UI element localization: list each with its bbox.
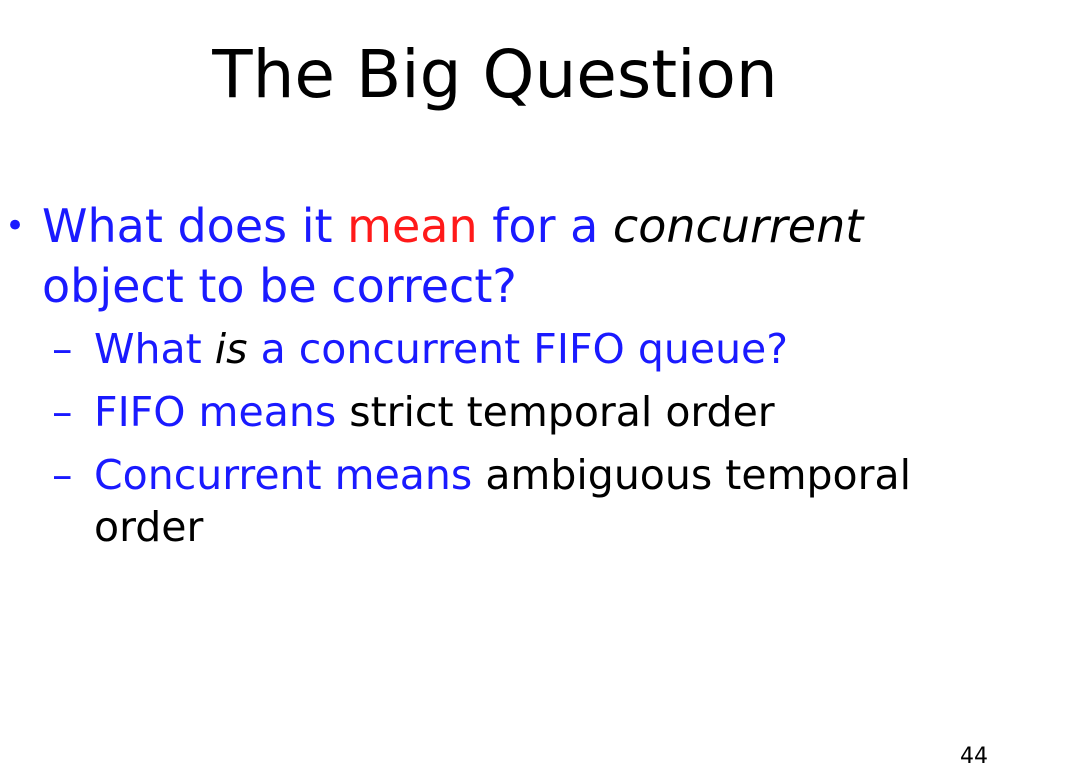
sub-bullet-1-a: What — [94, 325, 215, 373]
main-bullet-italic: concurrent — [612, 199, 864, 253]
slide: The Big Question • What does it mean for… — [0, 0, 1065, 769]
page-number: 44 — [960, 744, 988, 769]
slide-title: The Big Question — [212, 36, 778, 113]
sub-bullet-3-a: Concurrent means — [94, 451, 486, 499]
sub-bullet-dash: – — [52, 451, 73, 499]
main-bullet-part2: for a — [477, 199, 613, 253]
sub-bullet-2-b: strict temporal order — [349, 388, 775, 436]
sub-bullet-2-text: FIFO means strict temporal order — [94, 386, 974, 438]
bullet-dot: • — [4, 206, 26, 246]
main-bullet-text: What does it mean for a concurrent objec… — [42, 196, 982, 316]
sub-bullet-2-a: FIFO means — [94, 388, 350, 436]
sub-bullet-1-text: What is a concurrent FIFO queue? — [94, 323, 974, 375]
sub-bullet-dash: – — [52, 325, 73, 373]
sub-bullet-1-c: a concurrent FIFO queue? — [247, 325, 789, 373]
main-bullet-line2: object to be correct? — [42, 259, 517, 313]
main-bullet-part1: What does it — [42, 199, 348, 253]
main-bullet-emphasis: mean — [347, 199, 478, 253]
sub-bullet-dash: – — [52, 388, 73, 436]
sub-bullet-1-b: is — [214, 325, 248, 373]
sub-bullet-3-text: Concurrent means ambiguous temporal orde… — [94, 449, 974, 553]
